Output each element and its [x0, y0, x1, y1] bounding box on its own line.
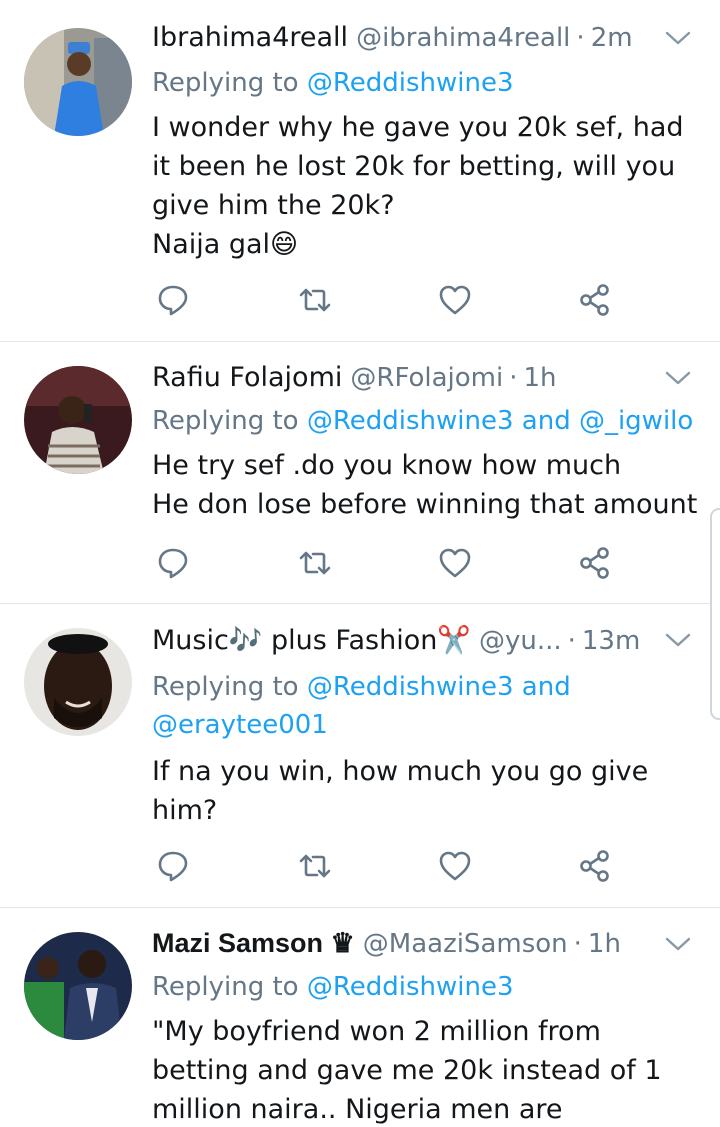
retweet-icon[interactable]	[298, 546, 332, 580]
replying-to: Replying to @Reddishwine3 and @eraytee00…	[152, 672, 571, 740]
tweet-text: If na you win, how much you go give him?	[152, 756, 649, 826]
user-handle[interactable]: @RFolajomi	[350, 363, 503, 393]
reply-target-link[interactable]: @Reddishwine3	[307, 972, 514, 1002]
scrollbar[interactable]	[710, 508, 720, 720]
like-icon[interactable]	[438, 283, 472, 317]
reply-icon[interactable]	[156, 546, 190, 580]
replying-to: Replying to @Reddishwine3	[152, 68, 514, 98]
display-name[interactable]: Ibrahima4reall	[152, 22, 348, 53]
user-handle[interactable]: @yu...	[479, 626, 562, 656]
chevron-down-icon[interactable]	[664, 28, 692, 48]
share-icon[interactable]	[578, 849, 612, 883]
timestamp[interactable]: 13m	[582, 626, 640, 656]
retweet-icon[interactable]	[298, 849, 332, 883]
share-icon[interactable]	[578, 546, 612, 580]
like-icon[interactable]	[438, 849, 472, 883]
avatar[interactable]	[24, 932, 132, 1040]
replying-to: Replying to @Reddishwine3 and @_igwilo	[152, 406, 694, 436]
tweet-actions	[156, 849, 626, 883]
tweet-text: He try sef .do you know how much He don …	[152, 450, 698, 520]
replying-to: Replying to @Reddishwine3	[152, 972, 514, 1002]
display-name[interactable]: Music🎶 plus Fashion✂️	[152, 624, 471, 656]
avatar[interactable]	[24, 366, 132, 474]
like-icon[interactable]	[438, 546, 472, 580]
display-name[interactable]: Rafiu Folajomi	[152, 362, 342, 393]
reply-icon[interactable]	[156, 283, 190, 317]
tweet-card[interactable]: Music🎶 plus Fashion✂️ @yu... · 13m Reply…	[0, 604, 720, 908]
tweet-card[interactable]: Ibrahima4reall @ibrahima4reall · 2m Repl…	[0, 0, 720, 342]
user-handle[interactable]: @ibrahima4reall	[356, 23, 570, 53]
chevron-down-icon[interactable]	[664, 934, 692, 954]
tweet-card[interactable]: Rafiu Folajomi @RFolajomi · 1h Replying …	[0, 342, 720, 604]
tweet-text: "My boyfriend won 2 million from betting…	[152, 1016, 662, 1125]
user-handle[interactable]: @MaaziSamson	[363, 929, 568, 959]
display-name[interactable]: Mazi Samson ♛	[152, 928, 355, 959]
timestamp[interactable]: 1h	[523, 363, 556, 393]
avatar[interactable]	[24, 628, 132, 736]
avatar[interactable]	[24, 28, 132, 136]
timestamp[interactable]: 1h	[588, 929, 621, 959]
tweet-card[interactable]: Mazi Samson ♛ @MaaziSamson · 1h Replying…	[0, 908, 720, 1127]
reply-target-link[interactable]: @Reddishwine3	[307, 68, 514, 98]
chevron-down-icon[interactable]	[664, 630, 692, 650]
tweet-actions	[156, 283, 626, 317]
tweet-actions	[156, 546, 626, 580]
retweet-icon[interactable]	[298, 283, 332, 317]
share-icon[interactable]	[578, 283, 612, 317]
reply-target-link[interactable]: @Reddishwine3 and @_igwilo	[307, 406, 693, 436]
chevron-down-icon[interactable]	[664, 368, 692, 388]
timestamp[interactable]: 2m	[591, 23, 633, 53]
reply-icon[interactable]	[156, 849, 190, 883]
tweet-text: I wonder why he gave you 20k sef, had it…	[152, 112, 684, 260]
